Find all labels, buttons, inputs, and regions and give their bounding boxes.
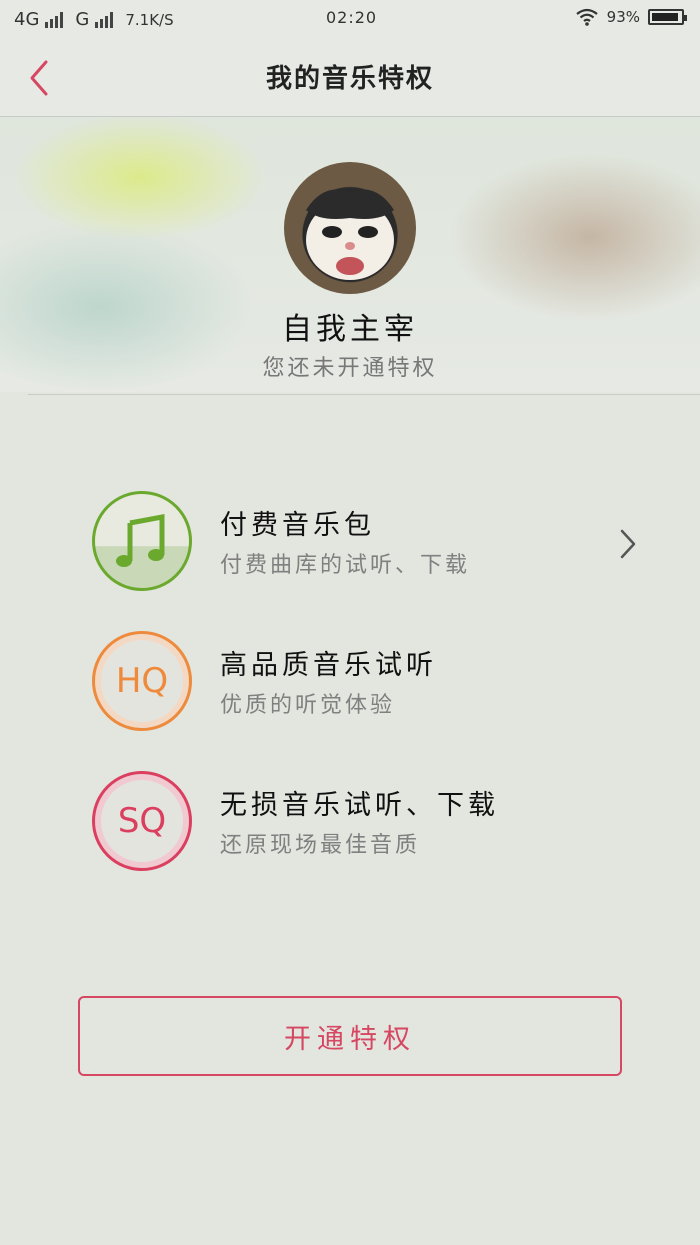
- battery-percent: 93%: [606, 8, 640, 26]
- wifi-icon: [575, 8, 598, 26]
- feature-title: 无损音乐试听、下载: [220, 790, 499, 821]
- signal-bars-icon: [95, 11, 114, 28]
- chevron-right-icon: [620, 529, 636, 559]
- status-bar: 4G G 7.1K/S 02:20 93%: [0, 0, 700, 38]
- network-speed: 7.1K/S: [125, 10, 174, 29]
- status-right: 93%: [575, 8, 687, 26]
- network-type-2: G: [75, 9, 90, 30]
- sq-icon-label: SQ: [117, 801, 167, 841]
- avatar-image: [306, 189, 394, 280]
- hq-icon: HQ: [92, 631, 192, 731]
- music-note-icon: [92, 491, 192, 591]
- signal-bars-icon: [45, 11, 64, 28]
- divider: [28, 394, 700, 395]
- feature-desc: 还原现场最佳音质: [220, 833, 421, 858]
- hq-icon-label: HQ: [115, 661, 169, 701]
- avatar[interactable]: [284, 162, 416, 294]
- network-type-1: 4G: [14, 9, 40, 30]
- feature-desc: 优质的听觉体验: [220, 693, 396, 718]
- nav-bar: 我的音乐特权: [0, 38, 700, 117]
- signal-group: 4G G 7.1K/S: [14, 9, 174, 30]
- feature-paid-music[interactable]: 付费音乐包 付费曲库的试听、下载: [92, 491, 652, 595]
- sq-icon: SQ: [92, 771, 192, 871]
- feature-title: 高品质音乐试听: [220, 650, 437, 681]
- open-privilege-button[interactable]: 开通特权: [78, 996, 622, 1076]
- page-title: 我的音乐特权: [265, 64, 434, 94]
- clock: 02:20: [326, 8, 378, 27]
- feature-title: 付费音乐包: [220, 510, 375, 541]
- username: 自我主宰: [282, 312, 418, 347]
- privilege-status: 您还未开通特权: [262, 356, 438, 381]
- feature-hq: HQ 高品质音乐试听 优质的听觉体验: [92, 631, 652, 735]
- battery-icon: [648, 9, 687, 25]
- feature-sq: SQ 无损音乐试听、下载 还原现场最佳音质: [92, 771, 652, 875]
- feature-desc: 付费曲库的试听、下载: [220, 553, 471, 578]
